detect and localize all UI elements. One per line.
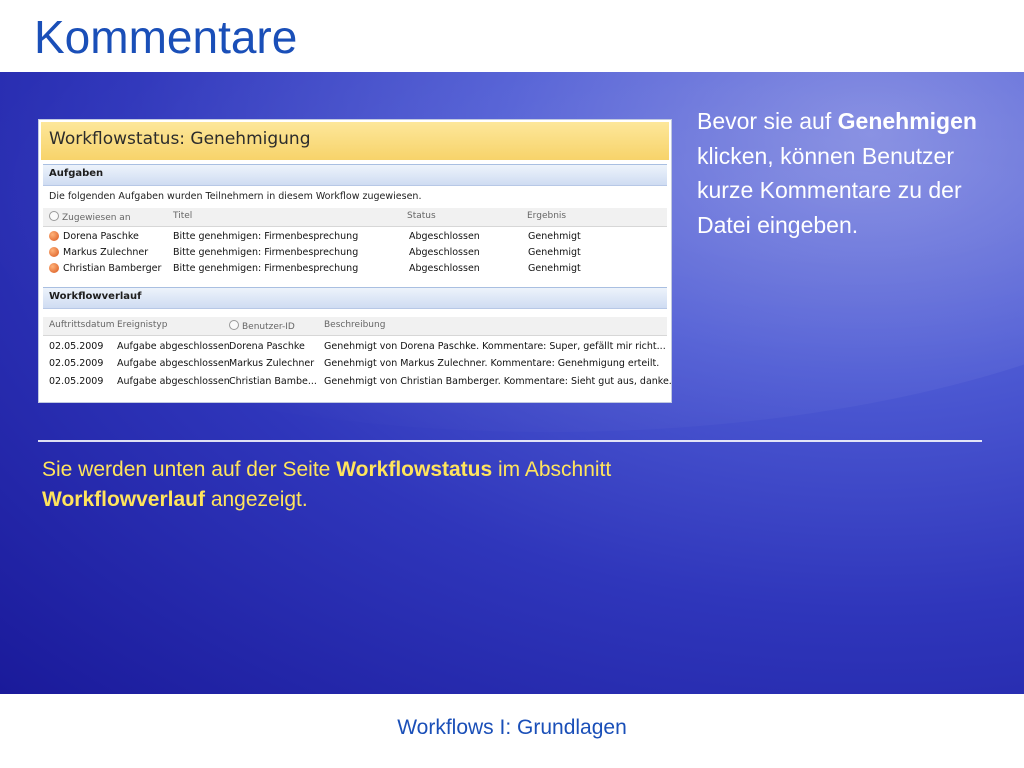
history-user[interactable]: Christian Bambe...: [229, 376, 317, 387]
screenshot-header-title: Workflowstatus: Genehmigung: [49, 129, 311, 149]
history-user[interactable]: Markus Zulechner: [229, 358, 314, 369]
slide-title: Kommentare: [34, 11, 298, 63]
task-status: Abgeschlossen: [409, 263, 480, 274]
tasks-col-status[interactable]: Status: [407, 211, 436, 221]
history-col-event[interactable]: Ereignistyp: [117, 320, 167, 330]
side-text-emphasis: Genehmigen: [837, 108, 977, 134]
history-description: Genehmigt von Dorena Paschke. Kommentare…: [324, 341, 666, 352]
task-title-link[interactable]: Bitte genehmigen: Firmenbesprechung: [173, 263, 358, 274]
status-circle-icon: [229, 320, 239, 330]
tasks-column-header: Zugewiesen an Titel Status Ergebnis: [43, 208, 667, 227]
history-row: 02.05.2009 Aufgabe abgeschlossen Markus …: [43, 356, 667, 372]
history-section-title: Workflowverlauf: [49, 291, 142, 302]
history-event: Aufgabe abgeschlossen: [117, 341, 230, 352]
note-text-emphasis: Workflowstatus: [336, 458, 493, 481]
user-status-icon: [49, 247, 59, 257]
side-text-part: klicken, können Benutzer kurze Kommentar…: [697, 142, 962, 238]
screenshot-header: Workflowstatus: Genehmigung: [41, 122, 669, 160]
task-result: Genehmigt: [528, 247, 581, 258]
task-assigned[interactable]: Christian Bamberger: [49, 263, 161, 274]
task-assigned[interactable]: Markus Zulechner: [49, 247, 148, 258]
task-assigned[interactable]: Dorena Paschke: [49, 231, 139, 242]
history-column-header: Auftrittsdatum Ereignistyp Benutzer-ID B…: [43, 317, 667, 336]
task-result: Genehmigt: [528, 263, 581, 274]
task-status: Abgeschlossen: [409, 231, 480, 242]
history-col-user[interactable]: Benutzer-ID: [229, 320, 295, 332]
task-title-link[interactable]: Bitte genehmigen: Firmenbesprechung: [173, 231, 358, 242]
history-description: Genehmigt von Christian Bamberger. Komme…: [324, 376, 672, 387]
side-text-part: Bevor sie auf: [697, 108, 838, 134]
tasks-col-title[interactable]: Titel: [173, 211, 192, 221]
task-row: Markus Zulechner Bitte genehmigen: Firme…: [43, 245, 667, 261]
note-text-part: angezeigt.: [204, 488, 308, 512]
tasks-section-title: Aufgaben: [49, 168, 104, 179]
history-section-bar: Workflowverlauf: [43, 287, 667, 309]
task-result: Genehmigt: [528, 231, 581, 242]
slide-footer: Workflows I: Grundlagen: [397, 716, 627, 739]
tasks-col-result[interactable]: Ergebnis: [527, 211, 566, 221]
workflow-status-screenshot: Workflowstatus: Genehmigung Aufgaben Die…: [38, 119, 672, 403]
task-title-link[interactable]: Bitte genehmigen: Firmenbesprechung: [173, 247, 358, 258]
history-date: 02.05.2009: [49, 341, 104, 352]
task-row: Christian Bamberger Bitte genehmigen: Fi…: [43, 261, 667, 277]
divider-line: [38, 440, 982, 442]
history-event: Aufgabe abgeschlossen: [117, 358, 230, 369]
side-explanation: Bevor sie auf Genehmigen klicken, können…: [697, 104, 997, 242]
tasks-section-bar: Aufgaben: [43, 164, 667, 186]
history-row: 02.05.2009 Aufgabe abgeschlossen Dorena …: [43, 339, 667, 355]
history-user[interactable]: Dorena Paschke: [229, 341, 305, 352]
history-description: Genehmigt von Markus Zulechner. Kommenta…: [324, 358, 660, 369]
note-text-emphasis: Workflowverlauf: [42, 488, 205, 512]
task-status: Abgeschlossen: [409, 247, 480, 258]
note-text-part: Sie werden unten auf der Seite: [42, 458, 337, 481]
tasks-description: Die folgenden Aufgaben wurden Teilnehmer…: [49, 191, 422, 202]
user-status-icon: [49, 263, 59, 273]
bottom-note: Sie werden unten auf der Seite Workflows…: [42, 455, 682, 516]
task-row: Dorena Paschke Bitte genehmigen: Firmenb…: [43, 229, 667, 245]
history-date: 02.05.2009: [49, 358, 104, 369]
history-col-date[interactable]: Auftrittsdatum: [49, 320, 115, 330]
history-event: Aufgabe abgeschlossen: [117, 376, 230, 387]
user-status-icon: [49, 231, 59, 241]
note-text-part: im Abschnitt: [492, 458, 612, 481]
status-circle-icon: [49, 211, 59, 221]
tasks-col-assigned[interactable]: Zugewiesen an: [49, 211, 131, 223]
history-row: 02.05.2009 Aufgabe abgeschlossen Christi…: [43, 374, 672, 390]
history-date: 02.05.2009: [49, 376, 104, 387]
history-col-description[interactable]: Beschreibung: [324, 320, 385, 330]
